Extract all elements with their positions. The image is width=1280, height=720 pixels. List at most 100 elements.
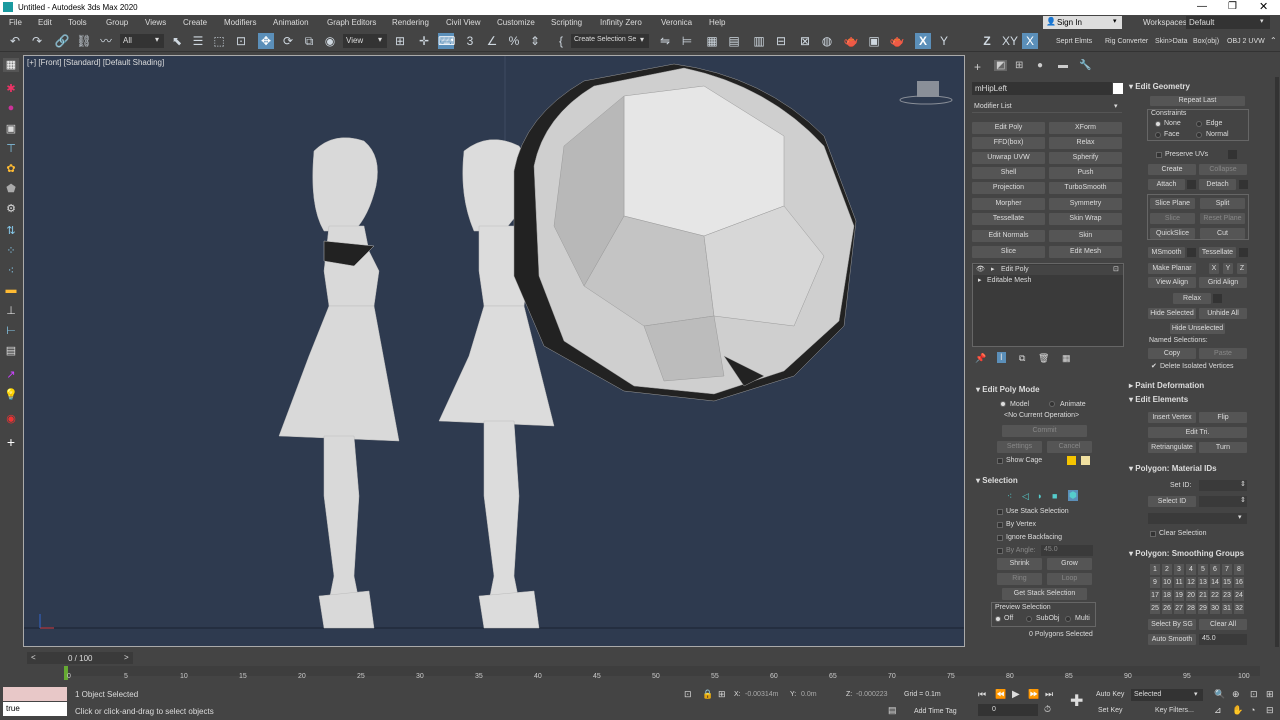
hierarchy-tab-icon[interactable]: ⊞: [1015, 60, 1023, 71]
zoom-all-icon[interactable]: ⊕: [1232, 689, 1240, 700]
flower-icon[interactable]: ✿: [3, 162, 19, 176]
layer-explorer-icon[interactable]: ▤: [726, 33, 742, 49]
smoothing-group-button[interactable]: 11: [1174, 577, 1184, 588]
next-frame-icon[interactable]: ⏩: [1028, 689, 1039, 700]
make-planar-x-button[interactable]: X: [1209, 263, 1219, 274]
material-ball-icon[interactable]: ◉: [3, 412, 19, 426]
axis-xy-button[interactable]: XY: [1001, 33, 1019, 49]
checkmark-icon[interactable]: ✔: [1151, 362, 1157, 370]
smoothing-group-button[interactable]: 18: [1162, 590, 1172, 601]
modifier-skin-wrap-button[interactable]: Skin Wrap: [1049, 213, 1122, 225]
zoom-extents-all-icon[interactable]: ⊞: [1266, 689, 1274, 700]
eye-icon[interactable]: 👁: [976, 265, 985, 273]
selected-mode-dropdown[interactable]: Selected ▾: [1131, 689, 1203, 701]
msmooth-settings-icon[interactable]: [1187, 248, 1196, 257]
workspaces-dropdown[interactable]: Default ▾: [1186, 16, 1270, 29]
z-coordinate[interactable]: -0.000223: [856, 691, 888, 698]
zoom-extents-icon[interactable]: ⊡: [1250, 689, 1258, 700]
menu-file[interactable]: File: [9, 18, 22, 27]
sign-in-dropdown[interactable]: 👤 Sign In ▾: [1043, 16, 1122, 29]
maxscript-listener-pink[interactable]: [3, 687, 67, 701]
play-icon[interactable]: ▶: [1012, 689, 1020, 700]
trash-icon[interactable]: 🗑: [1038, 353, 1049, 364]
split-button[interactable]: Split: [1200, 198, 1245, 209]
zoom-icon[interactable]: 🔍: [1214, 689, 1225, 700]
object-color-swatch[interactable]: [1113, 83, 1123, 94]
smoothing-group-button[interactable]: 5: [1198, 564, 1208, 575]
expand-icon[interactable]: ▸: [991, 265, 995, 273]
menu-animation[interactable]: Animation: [273, 18, 309, 27]
rectangle-selection-icon[interactable]: ⬚: [211, 33, 227, 49]
smoothing-group-button[interactable]: 12: [1186, 577, 1196, 588]
previous-frame-icon[interactable]: ⏪: [995, 689, 1006, 700]
render-icon[interactable]: 🫖: [889, 33, 905, 49]
plugin-skin-data[interactable]: Skin>Data: [1155, 38, 1188, 45]
flip-button[interactable]: Flip: [1199, 412, 1247, 423]
select-by-sg-button[interactable]: Select By SG: [1148, 619, 1196, 630]
element-mode-icon[interactable]: ⬢: [1068, 490, 1078, 501]
by-angle-spinner[interactable]: 45.0: [1041, 545, 1093, 556]
clear-all-button[interactable]: Clear All: [1199, 619, 1247, 630]
smoothing-group-button[interactable]: 21: [1198, 590, 1208, 601]
go-to-start-icon[interactable]: ⏮: [978, 689, 986, 700]
modifier-projection-button[interactable]: Projection: [972, 182, 1045, 194]
edit-elements-header[interactable]: ▾ Edit Elements: [1129, 395, 1188, 404]
lock-icon[interactable]: 🔒: [702, 689, 713, 700]
curve-editor-icon[interactable]: ⊟: [773, 33, 789, 49]
border-mode-icon[interactable]: ◗: [1037, 491, 1042, 501]
scene-explorer-icon[interactable]: ▦: [3, 58, 19, 72]
constraint-none-radio[interactable]: [1155, 121, 1161, 127]
modifier-symmetry-button[interactable]: Symmetry: [1049, 198, 1122, 210]
unhide-all-button[interactable]: Unhide All: [1199, 308, 1247, 319]
viewport-front[interactable]: [23, 55, 965, 647]
curve-icon[interactable]: ↗: [3, 368, 19, 382]
detach-button[interactable]: Detach: [1199, 179, 1236, 190]
select-by-name-icon[interactable]: ☰: [190, 33, 206, 49]
snowflake-icon[interactable]: ✱: [3, 82, 19, 96]
arrows-icon[interactable]: ⇅: [3, 224, 19, 238]
add-time-tag-button[interactable]: Add Time Tag: [914, 708, 957, 715]
undo-icon[interactable]: ↶: [7, 33, 23, 49]
box-icon[interactable]: ▤: [3, 344, 19, 358]
get-stack-selection-button[interactable]: Get Stack Selection: [1002, 588, 1087, 600]
show-cage-checkbox[interactable]: [997, 458, 1003, 464]
smoothing-group-button[interactable]: 24: [1234, 590, 1244, 601]
modifier-turbosmooth-button[interactable]: TurboSmooth: [1049, 182, 1122, 194]
smoothing-group-button[interactable]: 19: [1174, 590, 1184, 601]
snaps-toggle-icon[interactable]: 3: [462, 33, 478, 49]
utilities-tab-icon[interactable]: 🔧: [1079, 60, 1091, 71]
turn-button[interactable]: Turn: [1199, 442, 1247, 453]
modifier-slice-button[interactable]: Slice: [972, 246, 1045, 258]
cancel-button[interactable]: Cancel: [1047, 441, 1092, 453]
settings-button[interactable]: Settings: [997, 441, 1042, 453]
edge-mode-icon[interactable]: ◁: [1022, 491, 1029, 502]
smoothing-group-button[interactable]: 15: [1222, 577, 1232, 588]
axis-x-button[interactable]: X: [915, 33, 931, 49]
menu-modifiers[interactable]: Modifiers: [224, 18, 256, 27]
smoothing-group-button[interactable]: 8: [1234, 564, 1244, 575]
ignore-backfacing-checkbox[interactable]: [997, 535, 1003, 541]
modifier-shell-button[interactable]: Shell: [972, 167, 1045, 179]
by-vertex-checkbox[interactable]: [997, 522, 1003, 528]
reset-plane-button[interactable]: Reset Plane: [1200, 213, 1245, 224]
auto-smooth-spinner[interactable]: 45.0: [1199, 634, 1247, 645]
percent-snap-icon[interactable]: %: [506, 33, 522, 49]
display-tab-icon[interactable]: ▬: [1058, 60, 1068, 71]
close-icon[interactable]: ✕: [1259, 0, 1268, 13]
menu-rendering[interactable]: Rendering: [392, 18, 429, 27]
smoothing-group-button[interactable]: 17: [1150, 590, 1160, 601]
menu-tools[interactable]: Tools: [68, 18, 87, 27]
modifier-edit-poly-button[interactable]: Edit Poly: [972, 122, 1045, 134]
pivot-center-icon[interactable]: ⊞: [392, 33, 408, 49]
rendered-frame-icon[interactable]: ▣: [866, 33, 882, 49]
render-setup-icon[interactable]: 🫖: [843, 33, 859, 49]
copy-button[interactable]: Copy: [1148, 348, 1196, 359]
ribbon-icon[interactable]: ▥: [751, 33, 767, 49]
quickslice-button[interactable]: QuickSlice: [1150, 228, 1195, 239]
repeat-last-button[interactable]: Repeat Last: [1150, 96, 1245, 106]
material-name-dropdown[interactable]: ▾: [1148, 513, 1247, 524]
modifier-ffd-box-button[interactable]: FFD(box): [972, 137, 1045, 149]
isolate-icon[interactable]: ⊡: [684, 689, 692, 700]
smoothing-group-button[interactable]: 23: [1222, 590, 1232, 601]
maximize-viewport-icon[interactable]: ⊟: [1266, 705, 1274, 716]
